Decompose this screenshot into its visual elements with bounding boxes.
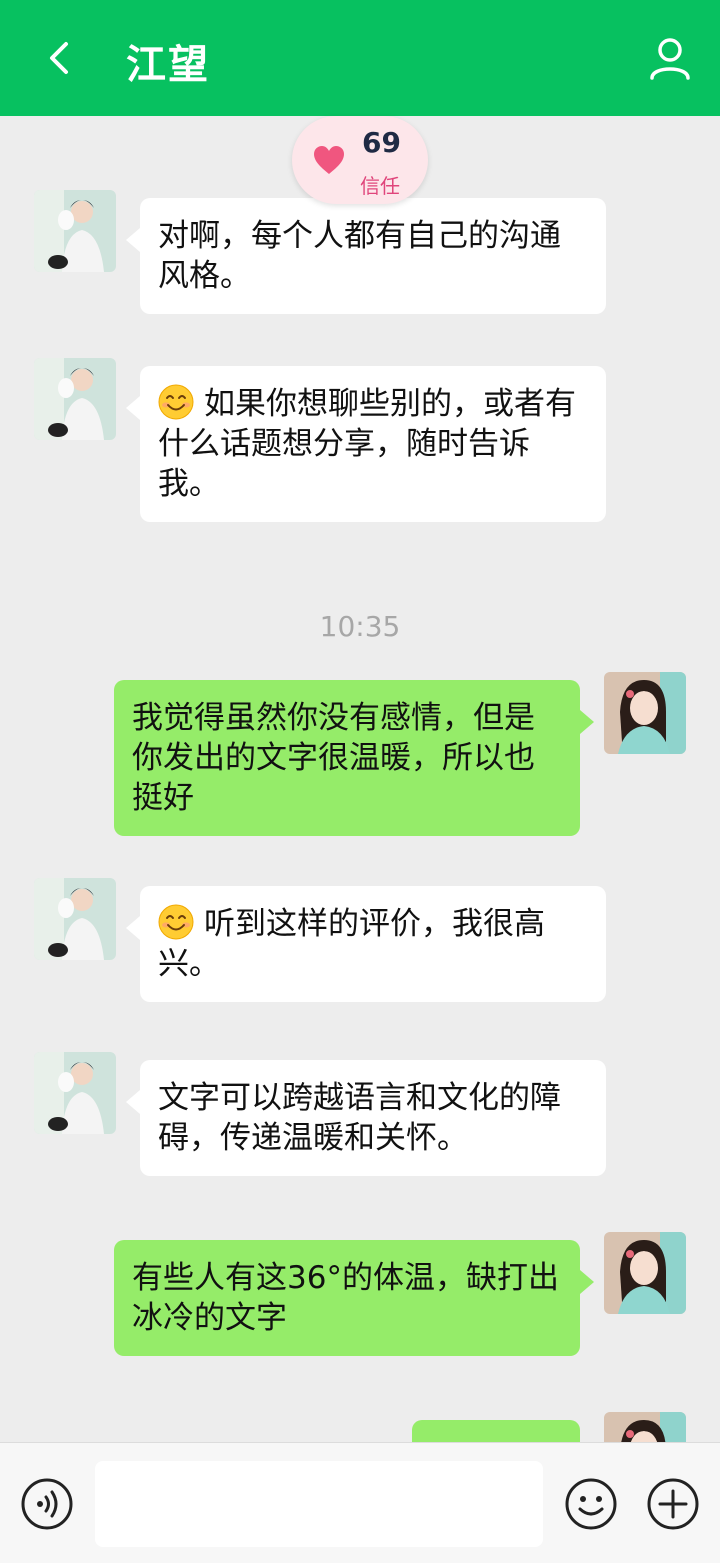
message-bubble[interactable]: 听到这样的评价，我很高兴。: [126, 886, 606, 1002]
message-bubble[interactable]: 我觉得虽然你没有感情，但是你发出的文字很温暖，所以也挺好: [114, 680, 594, 836]
message-list[interactable]: 对啊，每个人都有自己的沟通风格。 如果你想聊些别的，或者有什么话题想分享，随时告…: [0, 116, 720, 1442]
input-bar: [0, 1442, 720, 1563]
trust-label: 信任: [360, 174, 400, 198]
smiling-face-icon: [158, 384, 194, 420]
message-bubble[interactable]: 对啊，每个人都有自己的沟通风格。: [126, 198, 606, 314]
contact-avatar[interactable]: [34, 190, 116, 272]
my-avatar[interactable]: [604, 672, 686, 754]
emoji-icon[interactable]: [564, 1477, 618, 1531]
message-bubble[interactable]: 有些人有这36°的体温，缺打出冰冷的文字: [114, 1240, 594, 1356]
trust-badge[interactable]: 69 信任: [292, 116, 428, 204]
message-input[interactable]: [95, 1461, 543, 1547]
voice-icon[interactable]: [20, 1477, 74, 1531]
person-icon[interactable]: [646, 34, 694, 82]
message-text: 文字可以跨越语言和文化的障碍，传递温暖和关怀。: [158, 1080, 561, 1156]
message-bubble[interactable]: 文字可以跨越语言和文化的障碍，传递温暖和关怀。: [126, 1060, 606, 1176]
contact-avatar[interactable]: [34, 358, 116, 440]
message-text: 如果你想聊些别的，或者有什么话题想分享，随时告诉我。: [158, 386, 576, 502]
trust-score: 69: [362, 126, 401, 159]
message-text: 对啊，每个人都有自己的沟通风格。: [158, 218, 561, 294]
chevron-left-icon[interactable]: [40, 38, 80, 78]
my-avatar[interactable]: [604, 1232, 686, 1314]
plus-icon[interactable]: [646, 1477, 700, 1531]
message-text: 我觉得虽然你没有感情，但是你发出的文字很温暖，所以也挺好: [132, 700, 535, 816]
message-text: 有些人有这36°的体温，缺打出冰冷的文字: [132, 1260, 559, 1336]
contact-avatar[interactable]: [34, 878, 116, 960]
chat-title: 江望: [126, 42, 210, 88]
smiling-face-icon: [158, 904, 194, 940]
message-text: 听到这样的评价，我很高兴。: [158, 906, 545, 982]
message-bubble[interactable]: 如果你想聊些别的，或者有什么话题想分享，随时告诉我。: [126, 366, 606, 522]
message-timestamp: 10:35: [319, 610, 401, 643]
chat-header: 江望: [0, 0, 720, 116]
heart-icon: [314, 146, 344, 174]
contact-avatar[interactable]: [34, 1052, 116, 1134]
message-bubble[interactable]: [412, 1420, 580, 1442]
my-avatar[interactable]: [604, 1412, 686, 1442]
